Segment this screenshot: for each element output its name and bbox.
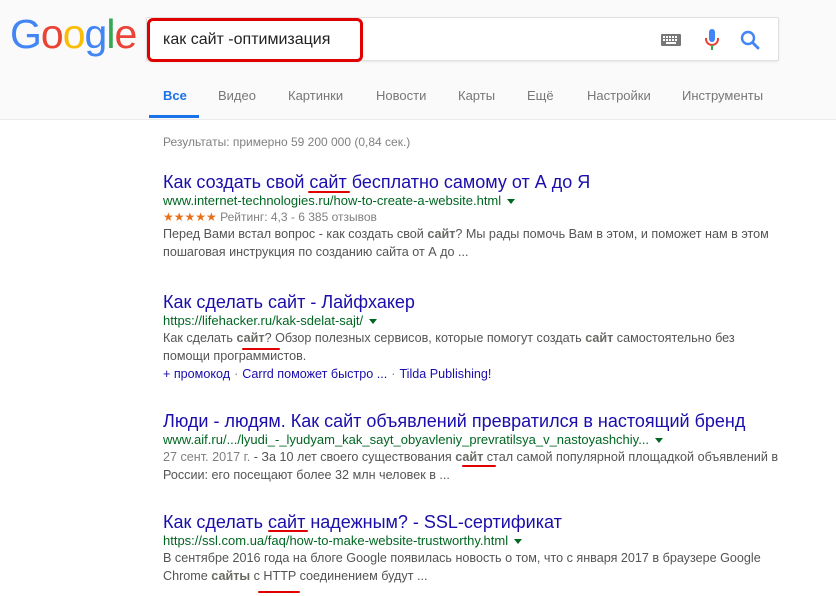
header: Google как сайт -оптимизация Все Видео К… xyxy=(0,0,836,120)
tab-news[interactable]: Новости xyxy=(376,88,426,103)
red-underline-annotation xyxy=(308,191,350,193)
title-keyword: сайт xyxy=(268,512,306,532)
title-part: Как создать свой xyxy=(163,172,310,192)
snippet-keyword: сайт xyxy=(427,227,456,241)
logo-letter: g xyxy=(84,11,108,57)
result-url: https://ssl.com.ua/faq/how-to-make-websi… xyxy=(163,533,509,548)
title-part: Как сделать xyxy=(163,512,269,532)
search-icon[interactable] xyxy=(736,26,764,54)
url-menu-caret-icon[interactable] xyxy=(369,318,378,324)
search-result: Как сделать сайт - Лайфхакер https://lif… xyxy=(163,291,783,383)
tab-maps[interactable]: Карты xyxy=(458,88,495,103)
result-title-link[interactable]: Как создать свой сайт бесплатно самому о… xyxy=(163,171,783,193)
snippet-text: с HTTP соединением будут ... xyxy=(250,569,428,583)
sitelink-separator: · xyxy=(391,367,396,381)
logo-letter: o xyxy=(62,11,86,57)
result-stats: Результаты: примерно 59 200 000 (0,84 се… xyxy=(163,135,411,149)
google-logo[interactable]: Google xyxy=(10,11,137,57)
result-snippet: Перед Вами встал вопрос - как создать св… xyxy=(163,225,783,261)
result-url: www.internet-technologies.ru/how-to-crea… xyxy=(163,193,502,208)
search-box xyxy=(146,17,779,62)
snippet-keyword: сайт xyxy=(236,331,265,345)
result-snippet: Как сделать сайт? Обзор полезных сервисо… xyxy=(163,329,783,365)
search-input[interactable] xyxy=(147,18,647,62)
red-underline-annotation xyxy=(268,530,308,532)
sitelink-separator: · xyxy=(234,367,239,381)
sitelink[interactable]: Carrd поможет быстро ... xyxy=(242,367,387,381)
snippet-text: ? Обзор полезных сервисов, которые помог… xyxy=(264,331,586,345)
snippet-text: Как сделать xyxy=(163,331,237,345)
microphone-icon[interactable] xyxy=(698,26,726,54)
tab-images[interactable]: Картинки xyxy=(288,88,343,103)
url-menu-caret-icon[interactable] xyxy=(514,538,523,544)
search-result: Как создать свой сайт бесплатно самому о… xyxy=(163,171,783,261)
result-title-link[interactable]: Как сделать сайт - Лайфхакер xyxy=(163,291,783,313)
title-part: бесплатно самому от А до Я xyxy=(346,172,591,192)
sitelinks: + промокод · Carrd поможет быстро ... · Tild… xyxy=(163,365,783,383)
title-part: надежным? - SSL-сертификат xyxy=(305,512,562,532)
red-underline-annotation xyxy=(242,348,280,350)
tab-settings[interactable]: Настройки xyxy=(587,88,651,103)
title-keyword: сайт xyxy=(309,172,347,192)
sitelink[interactable]: + промокод xyxy=(163,367,230,381)
red-underline-annotation xyxy=(462,465,496,467)
tab-more[interactable]: Ещё xyxy=(527,88,554,103)
rating-stars-icon: ★★★★★ xyxy=(163,210,217,224)
snippet-text: - За 10 лет своего существования xyxy=(250,450,456,464)
url-menu-caret-icon[interactable] xyxy=(655,437,664,443)
snippet-keyword: сайт xyxy=(455,450,484,464)
logo-letter: o xyxy=(40,11,64,57)
red-underline-annotation xyxy=(258,591,300,593)
rating-text: Рейтинг: 4,3 - 6 385 отзывов xyxy=(220,210,377,224)
tab-video[interactable]: Видео xyxy=(218,88,256,103)
sitelink[interactable]: Tilda Publishing! xyxy=(399,367,491,381)
result-url: https://lifehacker.ru/kak-sdelat-sajt/ xyxy=(163,313,364,328)
snippet-text: Перед Вами встал вопрос - как создать св… xyxy=(163,227,428,241)
result-title-link[interactable]: Как сделать сайт надежным? - SSL-сертифи… xyxy=(163,511,783,533)
result-url: www.aif.ru/.../lyudi_-_lyudyam_kak_sayt_… xyxy=(163,432,650,447)
result-date: 27 сент. 2017 г. xyxy=(163,450,251,464)
logo-letter: e xyxy=(114,11,137,57)
search-result: Как сделать сайт надежным? - SSL-сертифи… xyxy=(163,511,783,585)
snippet-keyword: сайт xyxy=(585,331,614,345)
logo-letter: l xyxy=(106,11,115,57)
tab-tools[interactable]: Инструменты xyxy=(682,88,763,103)
active-tab-underline xyxy=(149,115,199,118)
logo-letter: G xyxy=(10,11,42,57)
keyboard-icon[interactable] xyxy=(657,26,685,54)
snippet-keyword: сайты xyxy=(211,569,251,583)
result-title-link[interactable]: Люди - людям. Как сайт объявлений превра… xyxy=(163,410,783,432)
tab-all[interactable]: Все xyxy=(163,88,187,103)
result-snippet: В сентябре 2016 года на блоге Google поя… xyxy=(163,549,783,585)
rating-row: ★★★★★ Рейтинг: 4,3 - 6 385 отзывов xyxy=(163,209,783,225)
search-result: Люди - людям. Как сайт объявлений превра… xyxy=(163,410,783,484)
url-menu-caret-icon[interactable] xyxy=(507,198,516,204)
